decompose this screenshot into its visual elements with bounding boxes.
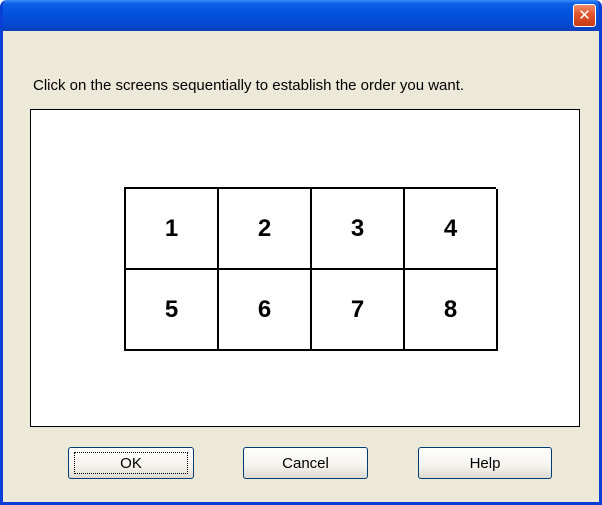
instruction-text: Click on the screens sequentially to est… bbox=[33, 77, 465, 94]
screen-cell-8[interactable]: 8 bbox=[405, 270, 498, 351]
ok-button[interactable]: OK bbox=[68, 447, 194, 479]
ok-focus-ring: OK bbox=[74, 452, 188, 474]
screen-order-panel: 1 2 3 4 5 6 7 8 bbox=[30, 109, 580, 427]
title-bar[interactable]: ✕ bbox=[3, 0, 599, 31]
screen-cell-4[interactable]: 4 bbox=[405, 189, 498, 270]
ok-button-label: OK bbox=[120, 454, 142, 472]
screen-cell-5[interactable]: 5 bbox=[126, 270, 219, 351]
screen-cell-7[interactable]: 7 bbox=[312, 270, 405, 351]
cancel-button[interactable]: Cancel bbox=[243, 447, 368, 479]
screen-cell-3[interactable]: 3 bbox=[312, 189, 405, 270]
screen-cell-1[interactable]: 1 bbox=[126, 189, 219, 270]
screen-order-dialog: ✕ Click on the screens sequentially to e… bbox=[0, 0, 602, 505]
close-icon: ✕ bbox=[578, 6, 591, 24]
screen-cell-2[interactable]: 2 bbox=[219, 189, 312, 270]
screen-cell-6[interactable]: 6 bbox=[219, 270, 312, 351]
help-button[interactable]: Help bbox=[418, 447, 552, 479]
close-button[interactable]: ✕ bbox=[573, 4, 596, 27]
cancel-button-label: Cancel bbox=[282, 454, 329, 472]
screen-grid: 1 2 3 4 5 6 7 8 bbox=[124, 187, 498, 351]
help-button-label: Help bbox=[469, 454, 501, 472]
